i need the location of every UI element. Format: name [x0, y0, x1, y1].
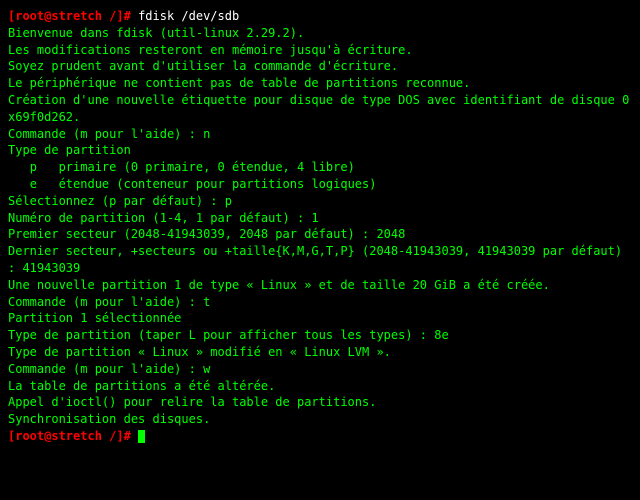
output-line: Commande (m pour l'aide) : w [8, 361, 632, 378]
prompt-line-1: [root@stretch /]# fdisk /dev/sdb [8, 8, 632, 25]
output-line: Le périphérique ne contient pas de table… [8, 75, 632, 92]
output-line: Les modifications resteront en mémoire j… [8, 42, 632, 59]
command-fdisk: fdisk /dev/sdb [138, 9, 239, 23]
output-line: p primaire (0 primaire, 0 étendue, 4 lib… [8, 159, 632, 176]
output-line: Type de partition « Linux » modifié en «… [8, 344, 632, 361]
prompt-line-2[interactable]: [root@stretch /]# [8, 428, 632, 445]
prompt-symbol: # [124, 429, 131, 443]
output-line: Une nouvelle partition 1 de type « Linux… [8, 277, 632, 294]
output-line: Synchronisation des disques. [8, 411, 632, 428]
output-line: La table de partitions a été altérée. [8, 378, 632, 395]
cursor-icon [138, 430, 145, 443]
output-line: Commande (m pour l'aide) : t [8, 294, 632, 311]
output-line: Type de partition [8, 142, 632, 159]
output-line: Création d'une nouvelle étiquette pour d… [8, 92, 632, 126]
output-line: Premier secteur (2048-41943039, 2048 par… [8, 226, 632, 243]
output-line: Dernier secteur, +secteurs ou +taille{K,… [8, 243, 632, 277]
output-line: Partition 1 sélectionnée [8, 310, 632, 327]
prompt-user-host: [root@stretch /] [8, 429, 124, 443]
output-line: Type de partition (taper L pour afficher… [8, 327, 632, 344]
output-line: Bienvenue dans fdisk (util-linux 2.29.2)… [8, 25, 632, 42]
output-line: Commande (m pour l'aide) : n [8, 126, 632, 143]
output-line: Numéro de partition (1-4, 1 par défaut) … [8, 210, 632, 227]
prompt-symbol: # [124, 9, 131, 23]
output-line: Soyez prudent avant d'utiliser la comman… [8, 58, 632, 75]
output-line: e étendue (conteneur pour partitions log… [8, 176, 632, 193]
prompt-user-host: [root@stretch /] [8, 9, 124, 23]
output-line: Sélectionnez (p par défaut) : p [8, 193, 632, 210]
output-line: Appel d'ioctl() pour relire la table de … [8, 394, 632, 411]
